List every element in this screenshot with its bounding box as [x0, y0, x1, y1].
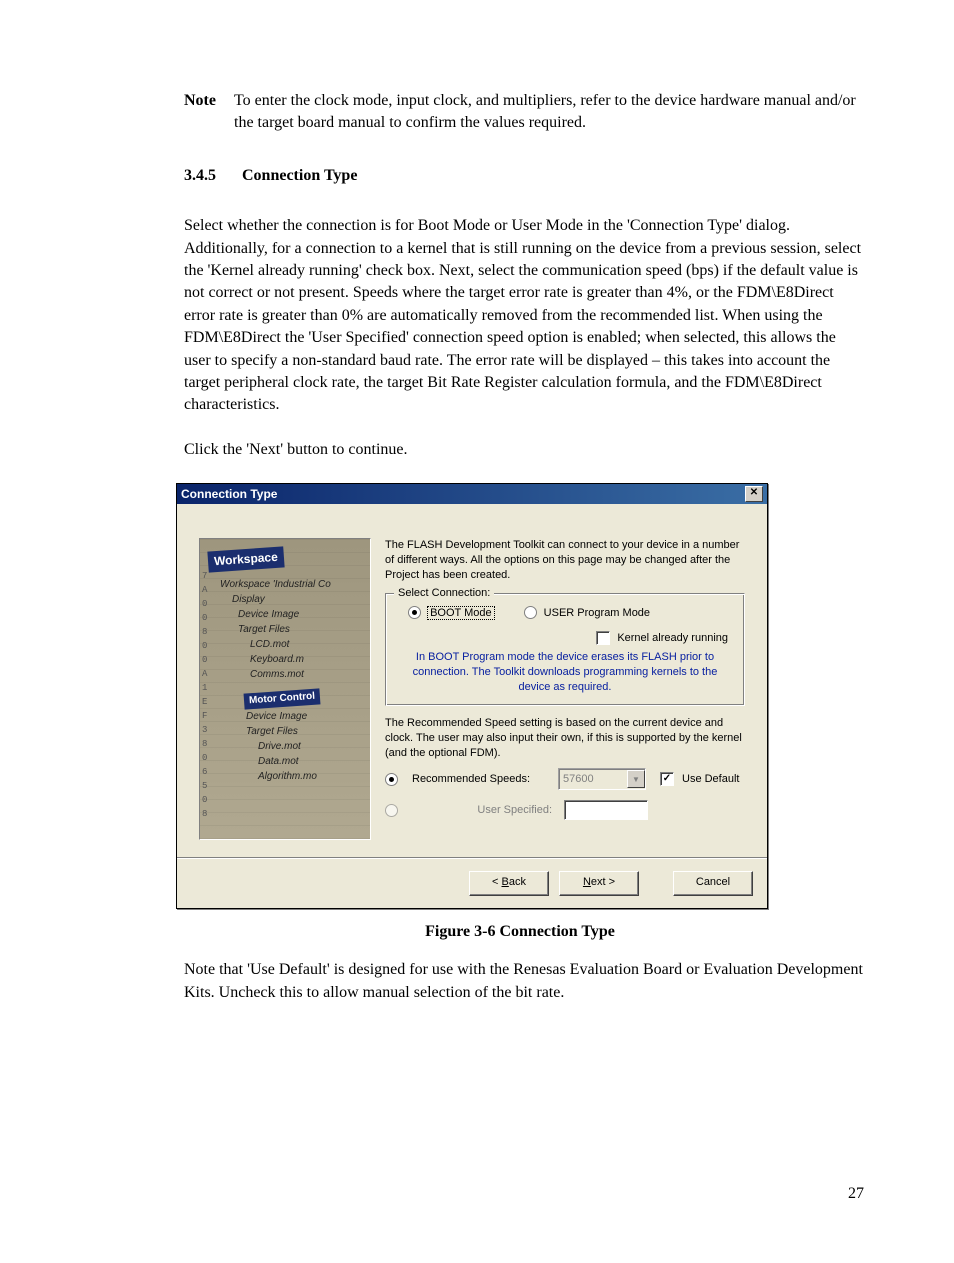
radio-user-program-mode[interactable]: USER Program Mode — [524, 606, 650, 621]
kernel-running-label: Kernel already running — [617, 632, 728, 644]
chevron-down-icon: ▼ — [627, 770, 645, 788]
figure-caption: Figure 3-6 Connection Type — [176, 921, 864, 943]
checkbox-icon — [660, 772, 674, 786]
boot-mode-note: In BOOT Program mode the device erases i… — [394, 646, 736, 697]
dialog-right-pane: The FLASH Development Toolkit can connec… — [385, 538, 745, 840]
note-text: To enter the clock mode, input clock, an… — [234, 90, 864, 135]
note-label: Note — [184, 90, 234, 135]
speed-value: 57600 — [563, 772, 594, 787]
checkbox-kernel-running[interactable]: Kernel already running — [596, 632, 728, 644]
cancel-button[interactable]: Cancel — [673, 871, 753, 896]
section-heading: 3.4.5 Connection Type — [184, 165, 864, 187]
figure-connection-type: Connection Type ✕ 7A00800A1EF3806508 Wor… — [176, 483, 864, 943]
user-program-mode-label: USER Program Mode — [544, 607, 650, 619]
checkbox-use-default[interactable]: Use Default — [660, 772, 739, 786]
radio-user-specified[interactable] — [385, 804, 398, 817]
radio-icon — [524, 606, 537, 619]
motor-control-banner: Motor Control — [244, 688, 321, 709]
user-specified-input[interactable] — [564, 800, 648, 820]
user-specified-row: User Specified: — [385, 800, 745, 820]
wizard-side-image: 7A00800A1EF3806508 Workspace Workspace '… — [199, 538, 371, 840]
section-title: Connection Type — [242, 167, 357, 184]
workspace-tree-1: Workspace 'Industrial Co Display Device … — [220, 577, 331, 682]
user-specified-label: User Specified: — [408, 803, 558, 818]
section-number: 3.4.5 — [184, 165, 238, 187]
radio-icon — [408, 606, 421, 619]
next-button[interactable]: Next > — [559, 871, 639, 896]
back-label-rest: ack — [509, 876, 526, 888]
speed-explanation: The Recommended Speed setting is based o… — [385, 716, 745, 761]
recommended-label: Recommended Speeds: — [408, 772, 552, 787]
paragraph-1: Select whether the connection is for Boo… — [184, 215, 864, 417]
workspace-banner: Workspace — [207, 546, 284, 572]
recommended-speed-row: Recommended Speeds: 57600 ▼ Use Default — [385, 768, 745, 790]
note-block: Note To enter the clock mode, input cloc… — [184, 90, 864, 135]
radio-boot-mode[interactable]: BOOT Mode — [408, 606, 494, 621]
checkbox-icon — [596, 631, 610, 645]
close-icon[interactable]: ✕ — [745, 486, 763, 502]
boot-mode-label: BOOT Mode — [428, 607, 494, 619]
paragraph-2: Click the 'Next' button to continue. — [184, 439, 864, 461]
speed-combo[interactable]: 57600 ▼ — [558, 768, 646, 790]
dialog-connection-type: Connection Type ✕ 7A00800A1EF3806508 Wor… — [176, 483, 768, 909]
radio-recommended[interactable] — [385, 773, 398, 786]
dialog-title: Connection Type — [181, 484, 277, 504]
hex-column: 7A00800A1EF3806508 — [202, 569, 207, 821]
dialog-intro: The FLASH Development Toolkit can connec… — [385, 538, 745, 583]
page-number: 27 — [848, 1183, 864, 1205]
next-label-rest: ext — [591, 876, 606, 888]
paragraph-3: Note that 'Use Default' is designed for … — [184, 959, 864, 1004]
use-default-label: Use Default — [682, 774, 739, 785]
back-button[interactable]: < Back — [469, 871, 549, 896]
dialog-button-row: < Back Next > Cancel — [177, 858, 767, 908]
select-connection-legend: Select Connection: — [394, 586, 494, 601]
dialog-titlebar: Connection Type ✕ — [177, 484, 767, 504]
workspace-tree-2: Device Image Target Files Drive.mot Data… — [240, 709, 317, 784]
select-connection-group: Select Connection: BOOT Mode USER Progra… — [385, 593, 745, 706]
